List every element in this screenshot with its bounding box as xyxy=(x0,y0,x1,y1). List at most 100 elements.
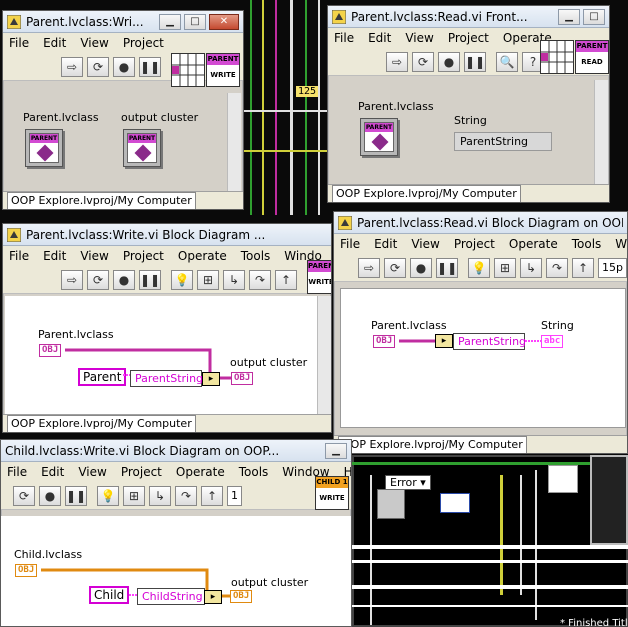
vi-icon[interactable]: PARENT READ xyxy=(575,40,609,74)
minimize-button[interactable]: ▁ xyxy=(558,8,580,25)
maximize-button[interactable]: □ xyxy=(583,8,605,25)
string-indicator[interactable]: ParentString xyxy=(454,132,552,151)
step-into-icon[interactable]: ↳ xyxy=(149,485,171,506)
bundle-node-icon[interactable]: ▸ xyxy=(204,590,222,604)
run-continuously-icon[interactable]: ⟳ xyxy=(87,269,109,290)
run-continuously-icon[interactable]: ⟳ xyxy=(87,56,109,77)
abort-icon[interactable]: ● xyxy=(113,56,135,77)
string-constant[interactable]: Child xyxy=(89,586,130,604)
connector-pane-icon[interactable] xyxy=(540,40,574,74)
run-arrow-icon[interactable]: ⇨ xyxy=(61,269,83,290)
string-indicator-terminal[interactable]: abc xyxy=(541,335,564,348)
menu-file[interactable]: File xyxy=(340,237,360,251)
menu-operate[interactable]: Operate xyxy=(176,465,225,479)
menu-file[interactable]: File xyxy=(334,31,354,45)
pause-icon[interactable]: ❚❚ xyxy=(139,56,161,77)
menu-project[interactable]: Project xyxy=(123,249,164,263)
maximize-button[interactable]: □ xyxy=(184,13,206,30)
run-arrow-icon[interactable]: ⇨ xyxy=(386,51,408,72)
titlebar[interactable]: Child.lvclass:Write.vi Block Diagram on … xyxy=(1,440,351,462)
vi-icon[interactable]: CHILD 1 WRITE xyxy=(315,476,349,510)
menu-tools[interactable]: Tools xyxy=(241,249,271,263)
parent-class-control[interactable]: PARENT xyxy=(360,118,398,156)
bundle-by-name-field[interactable]: ChildString xyxy=(137,588,205,605)
menu-project[interactable]: Project xyxy=(123,36,164,50)
menu-project[interactable]: Project xyxy=(121,465,162,479)
string-constant[interactable]: Parent xyxy=(78,368,127,386)
step-over-icon[interactable]: ↷ xyxy=(249,269,271,290)
search-icon[interactable]: 🔍 xyxy=(496,51,518,72)
connector-pane-icon[interactable] xyxy=(171,53,205,87)
bundle-by-name-field[interactable]: ParentString xyxy=(130,370,203,387)
bundle-node-icon[interactable]: ▸ xyxy=(202,372,220,386)
pause-icon[interactable]: ❚❚ xyxy=(436,257,459,278)
highlight-execution-icon[interactable]: 💡 xyxy=(171,269,193,290)
menu-project[interactable]: Project xyxy=(454,237,495,251)
step-out-icon[interactable]: ↑ xyxy=(572,257,595,278)
vi-icon[interactable]: PARENT WRITE xyxy=(206,53,240,87)
child-class-terminal[interactable]: OBJ xyxy=(15,564,38,577)
menu-edit[interactable]: Edit xyxy=(43,36,66,50)
close-button[interactable]: ✕ xyxy=(209,13,239,30)
abort-icon[interactable]: ● xyxy=(438,51,460,72)
font-size-selector[interactable]: 1 xyxy=(227,485,242,506)
menu-view[interactable]: View xyxy=(80,36,108,50)
vi-icon[interactable]: PARENT WRITE xyxy=(307,260,331,294)
vertical-scrollbar[interactable] xyxy=(227,93,241,193)
menu-file[interactable]: File xyxy=(9,36,29,50)
run-continuously-icon[interactable]: ⟳ xyxy=(13,485,35,506)
menu-edit[interactable]: Edit xyxy=(368,31,391,45)
step-over-icon[interactable]: ↷ xyxy=(546,257,569,278)
error-case-selector[interactable]: Error ▾ xyxy=(385,475,431,490)
pause-icon[interactable]: ❚❚ xyxy=(139,269,161,290)
menu-tools[interactable]: Tools xyxy=(239,465,269,479)
run-arrow-icon[interactable]: ⇨ xyxy=(358,257,381,278)
retain-wire-values-icon[interactable]: ⊞ xyxy=(123,485,145,506)
highlight-execution-icon[interactable]: 💡 xyxy=(468,257,491,278)
abort-icon[interactable]: ● xyxy=(113,269,135,290)
retain-wire-values-icon[interactable]: ⊞ xyxy=(494,257,517,278)
menu-view[interactable]: View xyxy=(411,237,439,251)
minimize-button[interactable]: ▁ xyxy=(325,442,347,459)
font-size-selector[interactable]: 15p xyxy=(598,257,627,278)
titlebar[interactable]: Parent.lvclass:Wri... ▁ □ ✕ xyxy=(3,11,243,33)
menu-operate[interactable]: Operate xyxy=(178,249,227,263)
output-cluster-indicator[interactable]: PARENT xyxy=(123,129,161,167)
run-arrow-icon[interactable]: ⇨ xyxy=(61,56,83,77)
step-over-icon[interactable]: ↷ xyxy=(175,485,197,506)
menu-edit[interactable]: Edit xyxy=(43,249,66,263)
parent-class-terminal[interactable]: OBJ xyxy=(39,344,62,357)
parent-class-control[interactable]: PARENT xyxy=(25,129,63,167)
vertical-scrollbar[interactable] xyxy=(594,80,608,184)
menu-window[interactable]: Windo xyxy=(615,237,627,251)
run-continuously-icon[interactable]: ⟳ xyxy=(412,51,434,72)
menu-tools[interactable]: Tools xyxy=(572,237,602,251)
menu-view[interactable]: View xyxy=(78,465,106,479)
menu-edit[interactable]: Edit xyxy=(41,465,64,479)
vertical-scrollbar[interactable] xyxy=(317,296,331,414)
output-cluster-terminal[interactable]: OBJ xyxy=(231,372,254,385)
step-into-icon[interactable]: ↳ xyxy=(520,257,543,278)
abort-icon[interactable]: ● xyxy=(39,485,61,506)
menu-view[interactable]: View xyxy=(405,31,433,45)
retain-wire-values-icon[interactable]: ⊞ xyxy=(197,269,219,290)
menu-file[interactable]: File xyxy=(9,249,29,263)
step-into-icon[interactable]: ↳ xyxy=(223,269,245,290)
step-out-icon[interactable]: ↑ xyxy=(275,269,297,290)
unbundle-by-name-field[interactable]: ParentString xyxy=(453,333,526,350)
minimize-button[interactable]: ▁ xyxy=(159,13,181,30)
pause-icon[interactable]: ❚❚ xyxy=(65,485,87,506)
pause-icon[interactable]: ❚❚ xyxy=(464,51,486,72)
titlebar[interactable]: Parent.lvclass:Write.vi Block Diagram ..… xyxy=(3,224,331,246)
abort-icon[interactable]: ● xyxy=(410,257,433,278)
titlebar[interactable]: Parent.lvclass:Read.vi Front... ▁ □ xyxy=(328,6,609,28)
menu-file[interactable]: File xyxy=(7,465,27,479)
menu-view[interactable]: View xyxy=(80,249,108,263)
step-out-icon[interactable]: ↑ xyxy=(201,485,223,506)
menu-operate[interactable]: Operate xyxy=(509,237,558,251)
titlebar[interactable]: Parent.lvclass:Read.vi Block Diagram on … xyxy=(334,212,627,234)
unbundle-node-icon[interactable]: ▸ xyxy=(435,334,453,348)
output-cluster-terminal[interactable]: OBJ xyxy=(230,590,253,603)
menu-project[interactable]: Project xyxy=(448,31,489,45)
menu-edit[interactable]: Edit xyxy=(374,237,397,251)
